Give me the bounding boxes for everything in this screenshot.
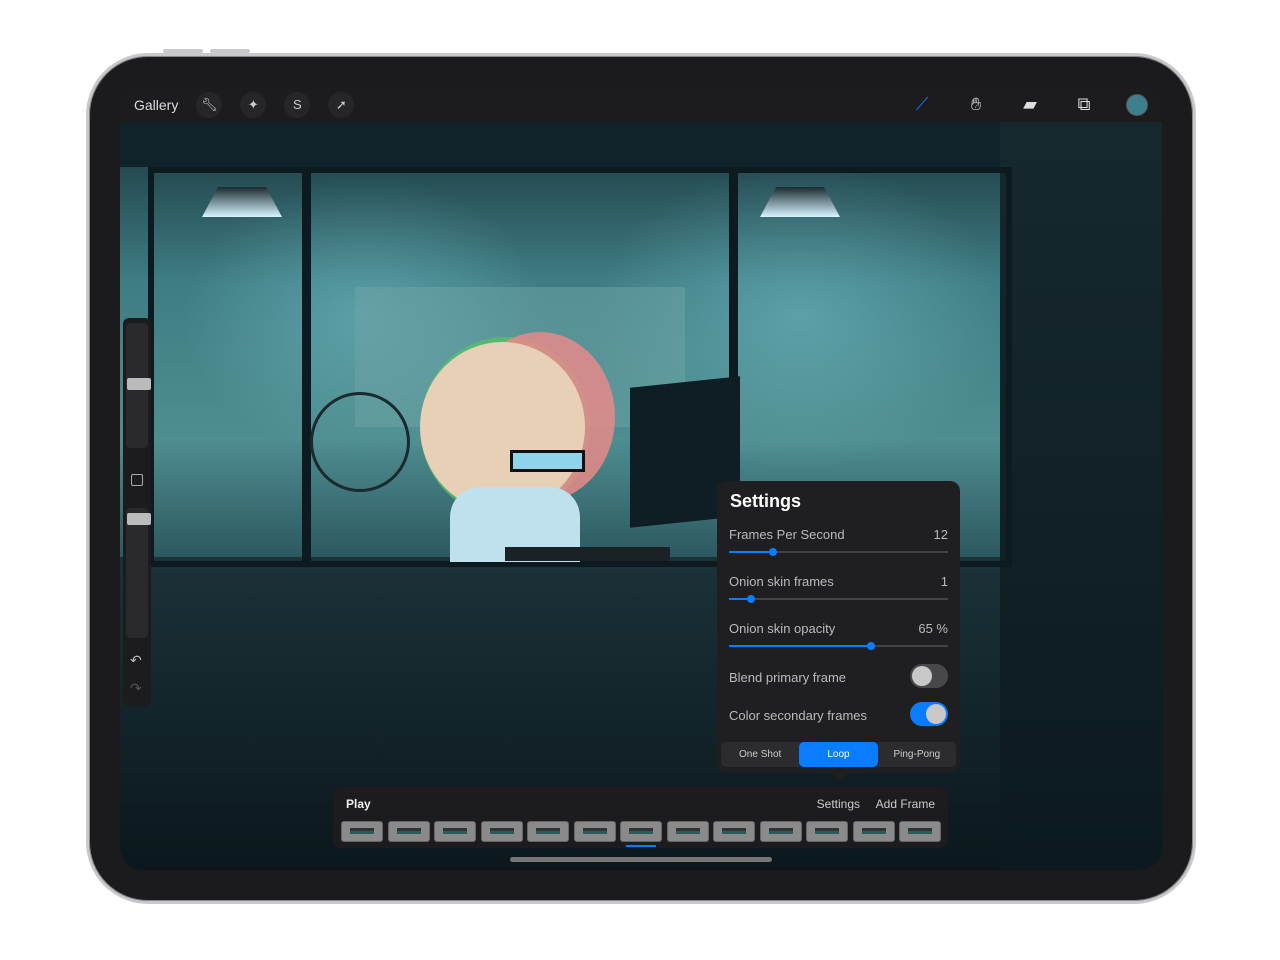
fps-slider-row: Frames Per Second 12 <box>729 519 948 566</box>
wrench-icon[interactable]: 🔧︎ <box>196 91 223 118</box>
frame-thumbnail[interactable] <box>573 821 616 842</box>
home-indicator[interactable] <box>510 857 772 862</box>
color-secondary-toggle[interactable] <box>910 702 948 726</box>
frame-thumbnail[interactable] <box>341 821 383 842</box>
timeline-settings-button[interactable]: Settings <box>817 797 860 811</box>
current-frame-indicator <box>626 845 656 847</box>
smudge-icon[interactable]: ✋︎ <box>964 93 988 117</box>
onion-opacity-slider-row: Onion skin opacity 65 % <box>729 613 948 660</box>
brush-size-slider[interactable] <box>126 323 151 448</box>
toggle-label: Color secondary frames <box>729 708 867 723</box>
mode-loop[interactable]: Loop <box>799 742 878 767</box>
toggle-label: Blend primary frame <box>729 670 847 685</box>
brush-icon[interactable]: ⟋ <box>910 93 934 117</box>
slider-value: 65 % <box>918 621 948 636</box>
slider-label: Onion skin frames <box>729 574 834 589</box>
layers-icon[interactable]: ⧉ <box>1072 93 1096 117</box>
undo-icon[interactable]: ↶ <box>130 652 142 669</box>
canvas-artwork[interactable] <box>120 87 1162 870</box>
onion-opacity-slider[interactable] <box>729 642 948 650</box>
color-secondary-row: Color secondary frames <box>729 698 948 736</box>
slider-value: 12 <box>933 527 948 542</box>
play-button[interactable]: Play <box>346 797 371 811</box>
opacity-slider[interactable] <box>126 508 151 638</box>
gallery-button[interactable]: Gallery <box>134 97 178 113</box>
slider-value: 1 <box>940 574 948 589</box>
onion-frames-slider-row: Onion skin frames 1 <box>729 566 948 613</box>
frame-thumbnail[interactable] <box>806 821 848 842</box>
frame-thumbnail[interactable] <box>666 821 709 842</box>
left-sidebar: ↶ ↷ <box>123 318 151 706</box>
frame-thumbnail[interactable] <box>713 821 755 842</box>
frame-thumbnail[interactable] <box>527 821 569 842</box>
color-picker-button[interactable] <box>1126 93 1148 116</box>
animation-timeline: Play Settings Add Frame <box>333 786 948 848</box>
blend-primary-toggle[interactable] <box>910 664 948 688</box>
slider-label: Onion skin opacity <box>729 621 836 636</box>
onion-frames-slider[interactable] <box>729 595 948 603</box>
frame-thumbnail[interactable] <box>480 821 523 842</box>
eraser-icon[interactable]: ▰ <box>1018 93 1042 117</box>
fps-slider[interactable] <box>729 548 948 556</box>
slider-label: Frames Per Second <box>729 527 845 542</box>
magic-wand-icon[interactable]: ✦ <box>240 91 267 118</box>
modify-square-icon[interactable] <box>131 474 143 486</box>
frame-thumbnail[interactable] <box>620 821 662 842</box>
mode-one-shot[interactable]: One Shot <box>721 742 799 767</box>
redo-icon[interactable]: ↷ <box>130 680 142 697</box>
playback-mode-control: One Shot Loop Ping-Pong <box>721 742 956 767</box>
selection-icon[interactable]: S <box>284 91 311 118</box>
screen: Gallery 🔧︎ ✦ S ➚ ⟋ ✋︎ ▰ ⧉ ↶ ↷ Settings F… <box>120 87 1162 870</box>
top-toolbar: Gallery 🔧︎ ✦ S ➚ ⟋ ✋︎ ▰ ⧉ <box>120 87 1162 122</box>
frame-strip <box>341 821 941 842</box>
frame-thumbnail[interactable] <box>434 821 476 842</box>
frame-thumbnail[interactable] <box>852 821 895 842</box>
mode-ping-pong[interactable]: Ping-Pong <box>878 742 956 767</box>
add-frame-button[interactable]: Add Frame <box>876 797 935 811</box>
popover-arrow <box>832 773 848 781</box>
frame-thumbnail[interactable] <box>387 821 430 842</box>
animation-settings-panel: Settings Frames Per Second 12 Onion skin… <box>717 481 960 773</box>
settings-title: Settings <box>730 491 802 511</box>
frame-thumbnail[interactable] <box>759 821 802 842</box>
transform-arrow-icon[interactable]: ➚ <box>328 91 355 118</box>
blend-primary-row: Blend primary frame <box>729 660 948 698</box>
frame-thumbnail[interactable] <box>899 821 941 842</box>
